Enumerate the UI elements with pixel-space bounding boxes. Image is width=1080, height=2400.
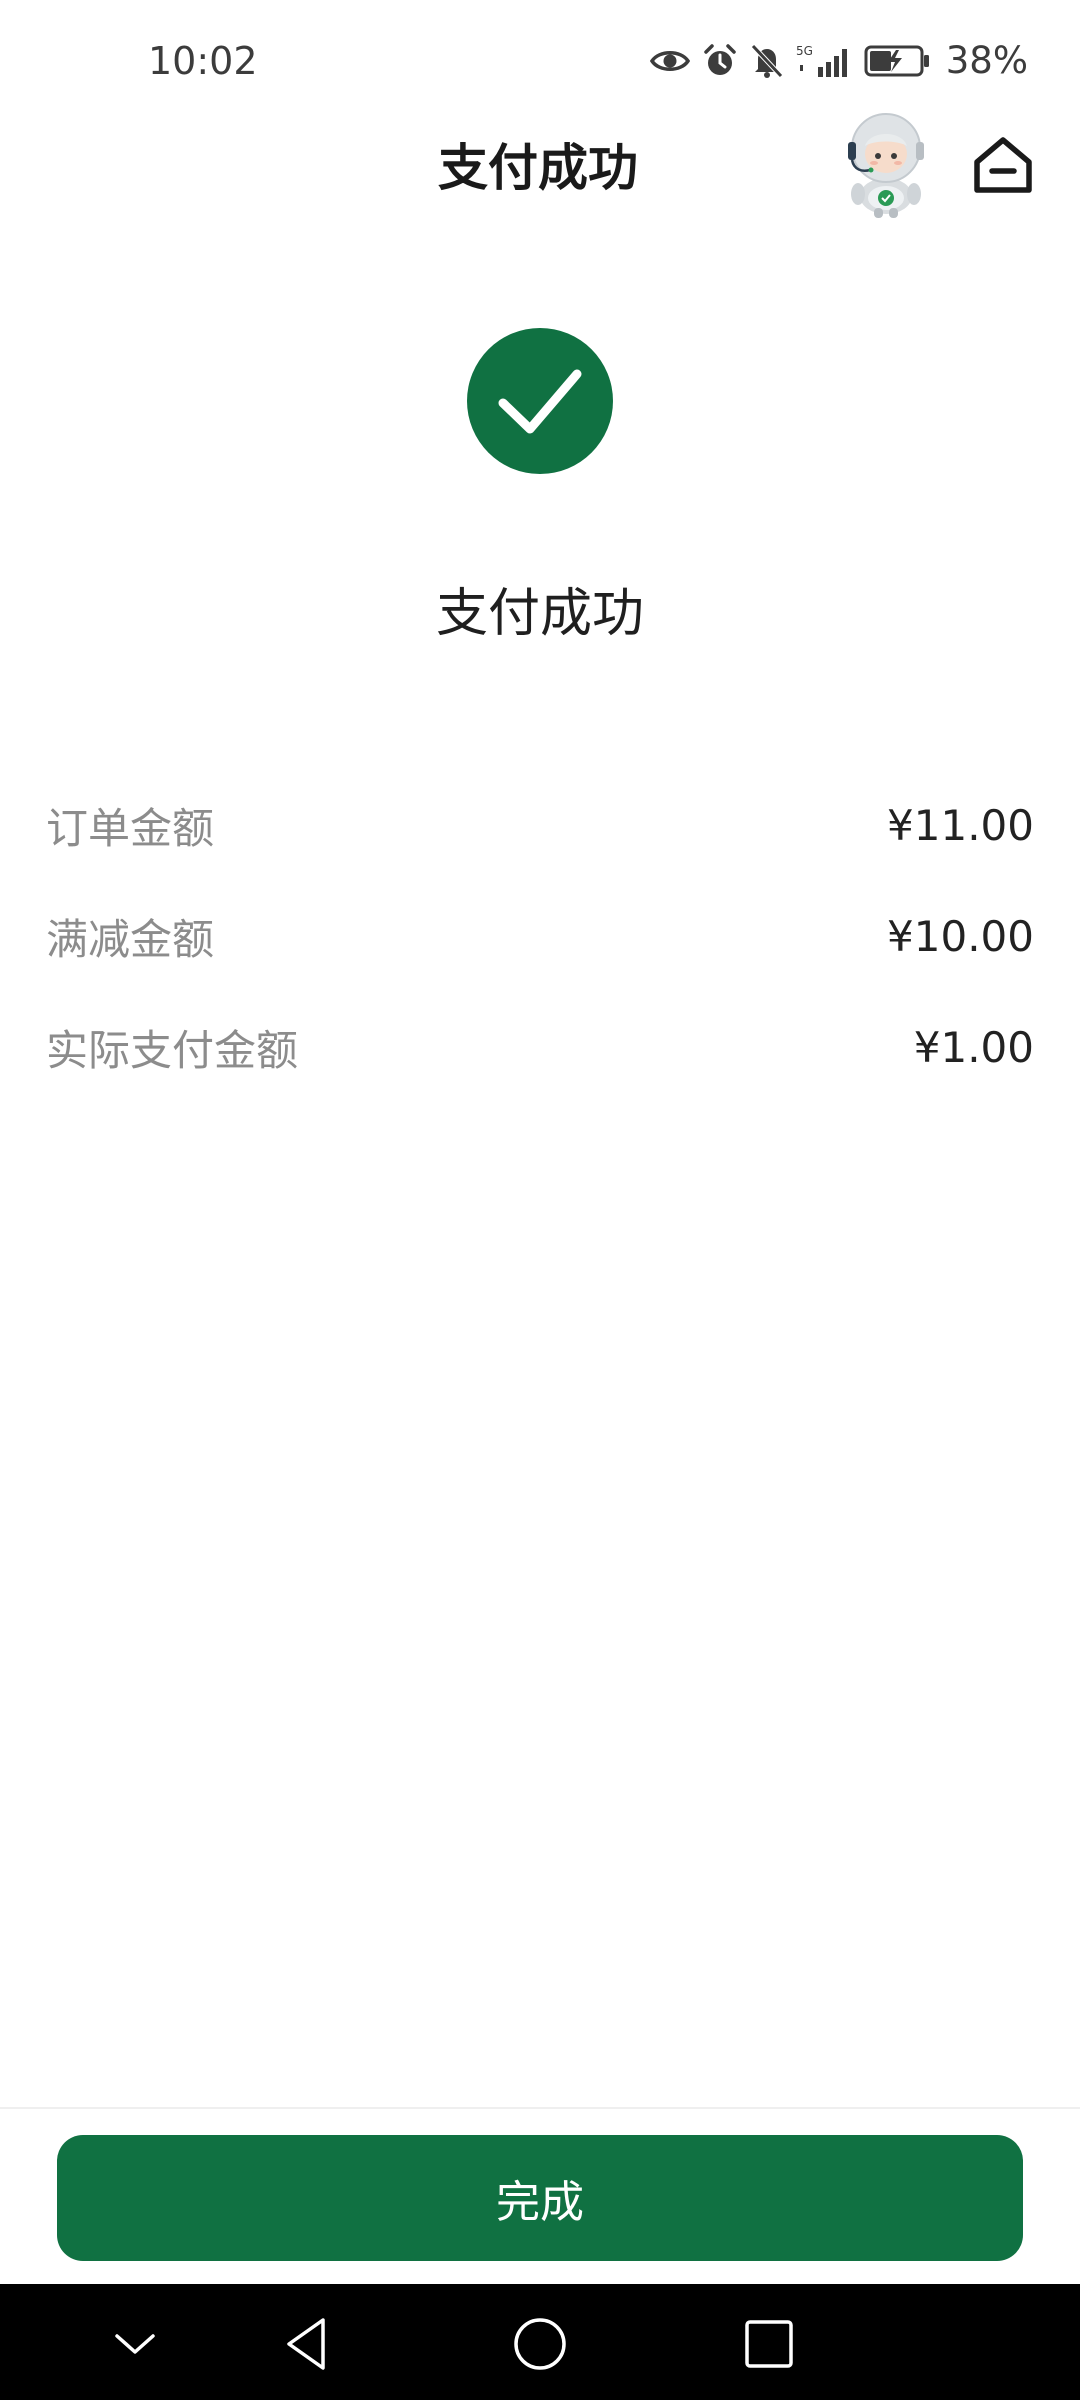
alarm-icon xyxy=(702,43,738,79)
check-circle-icon xyxy=(467,328,613,474)
battery-percent: 38% xyxy=(945,39,1028,82)
detail-value: ¥11.00 xyxy=(887,801,1034,850)
done-button[interactable]: 完成 xyxy=(57,2135,1023,2261)
status-time: 10:02 xyxy=(148,39,258,83)
detail-value: ¥10.00 xyxy=(887,912,1034,961)
status-bar: 10:02 5G 38% xyxy=(0,0,1080,120)
home-icon xyxy=(974,137,1032,193)
recents-icon[interactable] xyxy=(733,2308,805,2380)
mute-bell-icon xyxy=(750,43,784,79)
back-icon[interactable] xyxy=(273,2308,345,2380)
detail-row-paid-amount: 实际支付金额 ¥1.00 xyxy=(46,992,1034,1103)
network-label: 5G xyxy=(796,44,813,58)
detail-row-order-amount: 订单金额 ¥11.00 xyxy=(46,770,1034,881)
header: 支付成功 xyxy=(0,113,1080,250)
detail-label: 满减金额 xyxy=(46,915,215,964)
payment-status-text: 支付成功 xyxy=(435,584,644,644)
detail-value: ¥1.00 xyxy=(913,1023,1034,1072)
payment-success-screen: 10:02 5G 38% 支付成功 支付成功 订单金额 ¥11.00 满减金额 … xyxy=(0,0,1080,2400)
battery-charging-icon xyxy=(864,44,930,78)
system-nav-bar xyxy=(0,2284,1080,2400)
detail-label: 实际支付金额 xyxy=(46,1026,299,1075)
payment-details: 订单金额 ¥11.00 满减金额 ¥10.00 实际支付金额 ¥1.00 xyxy=(46,770,1034,1103)
status-icons: 5G 38% xyxy=(649,36,1028,86)
eye-icon xyxy=(649,46,690,76)
detail-label: 订单金额 xyxy=(46,804,215,853)
detail-row-discount-amount: 满减金额 ¥10.00 xyxy=(46,881,1034,992)
collapse-icon[interactable] xyxy=(99,2308,171,2380)
home-circle-icon[interactable] xyxy=(504,2308,576,2380)
bottom-divider xyxy=(0,2107,1080,2109)
robot-assistant-icon[interactable] xyxy=(836,108,936,220)
home-button[interactable] xyxy=(968,130,1038,200)
signal-icon: 5G xyxy=(796,43,852,79)
